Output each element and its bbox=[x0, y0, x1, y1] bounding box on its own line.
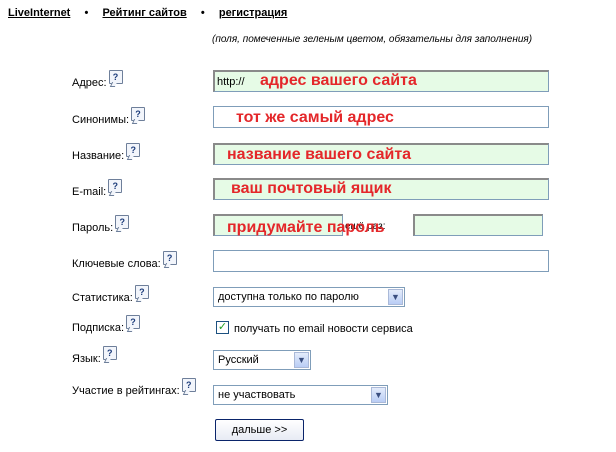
subscription-checkbox[interactable]: ✓ bbox=[216, 321, 229, 334]
address-prefix: http:// bbox=[217, 76, 245, 88]
name-hint: название вашего сайта bbox=[227, 146, 412, 163]
keywords-label: Ключевые слова:? bbox=[72, 251, 177, 272]
help-icon[interactable]: ? bbox=[126, 143, 141, 157]
chevron-down-icon[interactable]: ▼ bbox=[294, 352, 309, 368]
subscription-checkbox-label: получать по email новости сервиса bbox=[234, 323, 413, 335]
password-label: Пароль:? bbox=[72, 215, 130, 236]
help-icon[interactable]: ? bbox=[102, 346, 117, 360]
password-repeat-input[interactable] bbox=[413, 214, 543, 236]
email-hint: ваш почтовый ящик bbox=[231, 180, 392, 197]
keywords-input[interactable] bbox=[213, 250, 549, 272]
help-icon[interactable]: ? bbox=[108, 179, 123, 193]
statistics-select[interactable]: доступна только по паролю ▼ bbox=[213, 287, 405, 307]
ratings-select[interactable]: не участвовать ▼ bbox=[213, 385, 388, 405]
top-nav: LiveInternet • Рейтинг сайтов • регистра… bbox=[8, 7, 287, 19]
nav-separator: • bbox=[84, 7, 89, 19]
language-label: Язык:? bbox=[72, 346, 117, 367]
chevron-down-icon[interactable]: ▼ bbox=[388, 289, 403, 305]
subscription-label: Подписка:? bbox=[72, 315, 141, 336]
next-button[interactable]: дальше >> bbox=[215, 419, 304, 441]
help-icon[interactable]: ? bbox=[134, 285, 149, 299]
nav-link-registration[interactable]: регистрация bbox=[219, 7, 287, 19]
email-label: E-mail:? bbox=[72, 179, 123, 200]
help-icon[interactable]: ? bbox=[108, 70, 123, 84]
statistics-label: Статистика:? bbox=[72, 285, 149, 306]
help-icon[interactable]: ? bbox=[181, 378, 196, 392]
password-hint: придумайте пароль bbox=[227, 219, 385, 236]
name-label: Название:? bbox=[72, 143, 141, 164]
required-note: (поля, помеченные зеленым цветом, обязат… bbox=[212, 34, 533, 45]
help-icon[interactable]: ? bbox=[131, 107, 146, 121]
nav-separator: • bbox=[200, 7, 205, 19]
language-select[interactable]: Русский ▼ bbox=[213, 350, 311, 370]
chevron-down-icon[interactable]: ▼ bbox=[371, 387, 386, 403]
synonyms-label: Синонимы:? bbox=[72, 107, 146, 128]
help-icon[interactable]: ? bbox=[126, 315, 141, 329]
address-hint: адрес вашего сайта bbox=[260, 72, 417, 89]
ratings-label: Участие в рейтингах:? bbox=[72, 378, 196, 399]
nav-link-ratings[interactable]: Рейтинг сайтов bbox=[102, 7, 186, 19]
nav-link-liveinternet[interactable]: LiveInternet bbox=[8, 7, 70, 19]
synonyms-hint: тот же самый адрес bbox=[236, 109, 394, 126]
help-icon[interactable]: ? bbox=[162, 251, 177, 265]
help-icon[interactable]: ? bbox=[115, 215, 130, 229]
address-label: Адрес:? bbox=[72, 70, 123, 91]
